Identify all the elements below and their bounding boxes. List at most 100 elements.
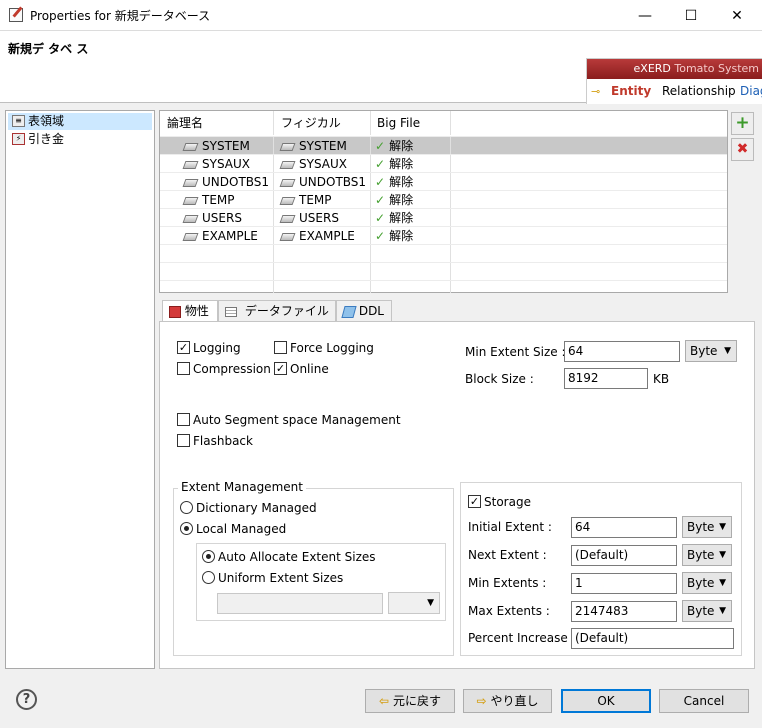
cell-text: TEMP (202, 193, 235, 207)
property-tabs: 物性 データファイル DDL (159, 300, 755, 323)
column-header-logical[interactable]: 論理名 (160, 111, 274, 135)
cell-text: TEMP (299, 193, 332, 207)
datafile-icon (225, 306, 237, 317)
tablespace-icon (279, 214, 296, 223)
next-extent-input[interactable]: (Default) (571, 545, 677, 566)
cell-logical: USERS (160, 209, 274, 227)
cell-physical: USERS (274, 209, 371, 227)
minimize-button[interactable]: — (622, 0, 668, 31)
uniform-unit-select[interactable]: ▼ (388, 592, 440, 614)
flashback-checkbox[interactable]: Flashback (177, 432, 253, 450)
compression-checkbox[interactable]: Compression (177, 360, 271, 378)
table-row[interactable]: SYSAUX SYSAUX ✓ 解除 (160, 154, 727, 173)
logging-checkbox[interactable]: ✓ Logging (177, 339, 241, 357)
radio-label: Dictionary Managed (196, 501, 317, 515)
column-header-physical[interactable]: フィジカル (274, 111, 371, 135)
block-size-unit: KB (653, 372, 670, 386)
table-row[interactable]: UNDOTBS1 UNDOTBS1 ✓ 解除 (160, 172, 727, 191)
tab-datafiles[interactable]: データファイル (218, 300, 336, 322)
exerd-banner: eXERD Tomato System ⊸ Entity Relationshi… (586, 58, 762, 104)
cell-text: 解除 (389, 193, 414, 207)
chevron-down-icon: ▼ (427, 598, 434, 608)
tab-ddl[interactable]: DDL (336, 300, 392, 322)
cell-logical: UNDOTBS1 (160, 173, 274, 191)
block-size-input[interactable]: 8192 (564, 368, 648, 389)
properties-icon (169, 305, 181, 318)
banner-tab-diagram: Diag (740, 84, 762, 98)
add-tablespace-button[interactable]: + (731, 112, 754, 135)
tablespace-icon (279, 142, 296, 151)
cell-logical: SYSTEM (160, 137, 274, 155)
min-extents-unit-select[interactable]: Byte ▼ (682, 572, 732, 594)
min-extent-unit-select[interactable]: Byte ▼ (685, 340, 737, 362)
cell-bigfile: ✓ 解除 (371, 155, 451, 173)
radio-circle (180, 501, 193, 514)
uniform-size-input[interactable] (217, 593, 383, 614)
tab-label: DDL (358, 304, 384, 318)
tree-item-tablespaces[interactable]: ≡ 表領域 (8, 113, 152, 130)
redo-icon: ⇨ (476, 694, 487, 708)
dictionary-managed-radio[interactable]: Dictionary Managed (180, 499, 317, 517)
radio-circle (202, 550, 215, 563)
table-row-empty (160, 280, 727, 293)
extent-management-title: Extent Management (178, 480, 306, 494)
help-icon[interactable]: ? (16, 689, 37, 710)
checkbox-label: Force Logging (290, 341, 374, 355)
min-extent-size-input[interactable]: 64 (564, 341, 680, 362)
local-managed-radio[interactable]: Local Managed (180, 520, 286, 538)
redo-button[interactable]: ⇨ やり直し (463, 689, 552, 713)
checkbox-label: Flashback (193, 434, 253, 448)
cell-text: UNDOTBS1 (299, 175, 367, 189)
table-row[interactable]: TEMP TEMP ✓ 解除 (160, 190, 727, 209)
checkbox-label: Storage (484, 495, 531, 509)
cell-text: 解除 (389, 175, 414, 189)
table-row[interactable]: USERS USERS ✓ 解除 (160, 208, 727, 227)
auto-segment-checkbox[interactable]: Auto Segment space Management (177, 411, 401, 429)
percent-increase-input[interactable]: (Default) (571, 628, 734, 649)
chevron-down-icon: ▼ (719, 606, 726, 616)
select-value: Byte (687, 604, 715, 618)
cell-logical: SYSAUX (160, 155, 274, 173)
radio-label: Local Managed (196, 522, 287, 536)
max-extents-input[interactable]: 2147483 (571, 601, 677, 622)
next-extent-unit-select[interactable]: Byte ▼ (682, 544, 732, 566)
tree-item-triggers[interactable]: ⚡ 引き金 (8, 131, 152, 148)
undo-button[interactable]: ⇦ 元に戻す (365, 689, 455, 713)
cell-physical: TEMP (274, 191, 371, 209)
table-row[interactable]: SYSTEM SYSTEM ✓ 解除 (160, 136, 727, 155)
cell-text: 解除 (389, 157, 414, 171)
cell-text: EXAMPLE (202, 229, 258, 243)
checkbox-label: Logging (193, 341, 241, 355)
banner-brand: eXERD (633, 62, 671, 75)
tablespace-icon (279, 178, 296, 187)
tree-item-label: 表領域 (28, 114, 65, 128)
force-logging-checkbox[interactable]: Force Logging (274, 339, 374, 357)
banner-tab-entity: Entity (611, 84, 652, 98)
cancel-button[interactable]: Cancel (659, 689, 749, 713)
checkbox-label: Online (290, 362, 329, 376)
max-extents-unit-select[interactable]: Byte ▼ (682, 600, 732, 622)
tab-properties[interactable]: 物性 (162, 300, 218, 323)
uniform-extent-radio[interactable]: Uniform Extent Sizes (202, 569, 343, 587)
close-button[interactable]: ✕ (714, 0, 760, 31)
banner-brand-bar: eXERD Tomato System (587, 59, 762, 79)
initial-extent-unit-select[interactable]: Byte ▼ (682, 516, 732, 538)
storage-checkbox[interactable]: ✓ Storage (468, 493, 531, 511)
cell-text: 解除 (389, 139, 414, 153)
check-icon: ✓ (375, 229, 386, 243)
remove-tablespace-button[interactable]: ✖ (731, 138, 754, 161)
trigger-icon: ⚡ (12, 133, 25, 145)
window-title: Properties for 新規データベース (30, 9, 211, 23)
auto-allocate-radio[interactable]: Auto Allocate Extent Sizes (202, 548, 376, 566)
online-checkbox[interactable]: ✓ Online (274, 360, 329, 378)
check-icon: ✓ (375, 211, 386, 225)
cell-text: 解除 (389, 211, 414, 225)
min-extents-input[interactable]: 1 (571, 573, 677, 594)
category-tree: ≡ 表領域 ⚡ 引き金 (5, 110, 155, 669)
initial-extent-input[interactable]: 64 (571, 517, 677, 538)
ok-button[interactable]: OK (561, 689, 651, 713)
table-row[interactable]: EXAMPLE EXAMPLE ✓ 解除 (160, 226, 727, 245)
maximize-button[interactable]: ☐ (668, 0, 714, 31)
column-header-bigfile[interactable]: Big File (371, 111, 451, 135)
checkbox-box (177, 413, 190, 426)
